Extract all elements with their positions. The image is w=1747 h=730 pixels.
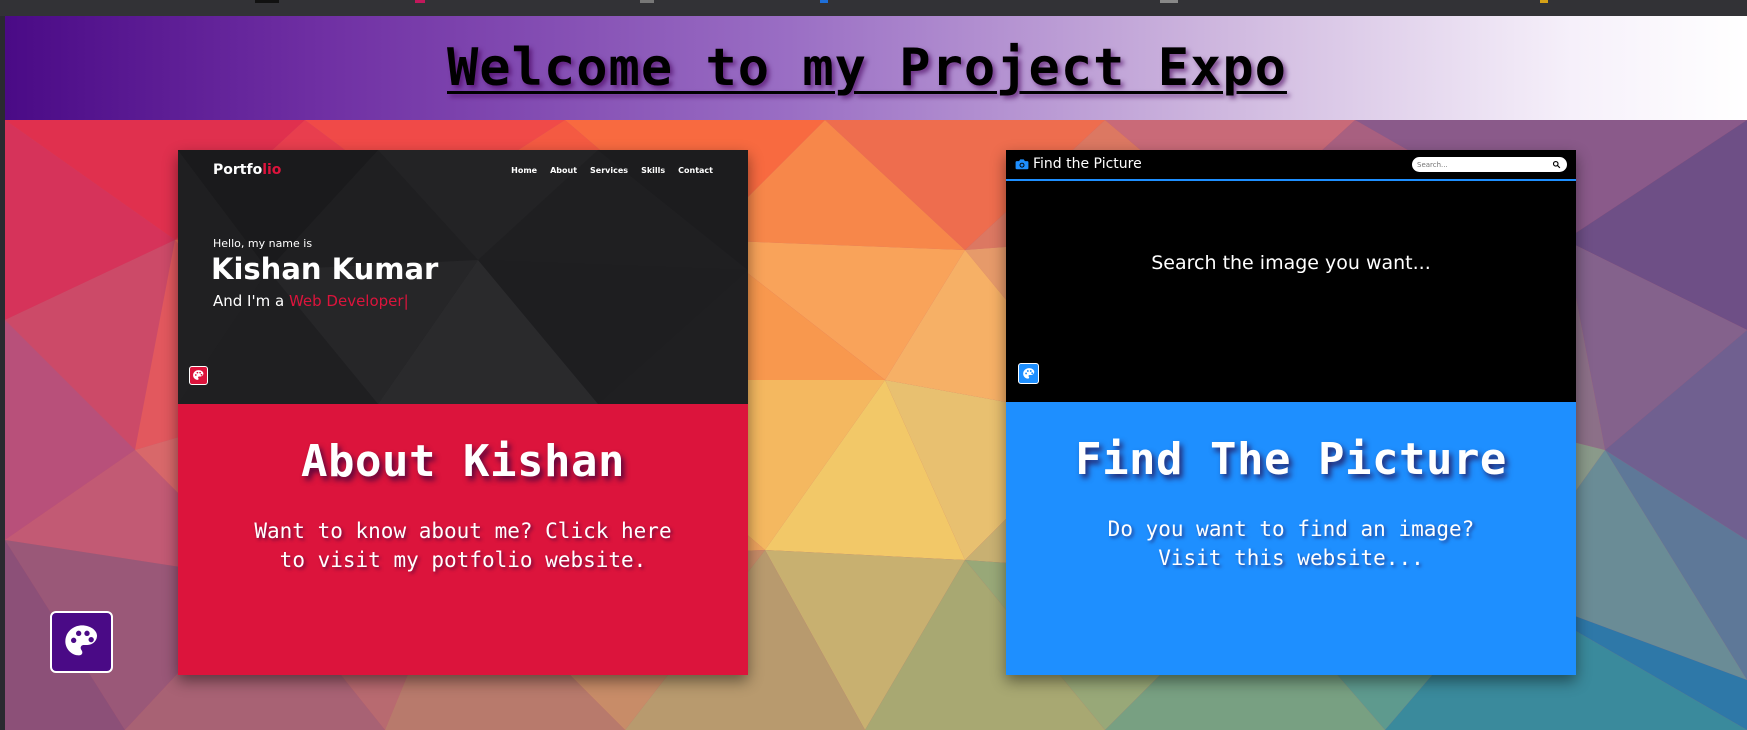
find-picture-preview[interactable]: Find the Picture Search the image you wa… (1006, 150, 1576, 404)
greeting-text: Hello, my name is (213, 237, 313, 250)
page-title: Welcome to my Project Expo (447, 38, 1287, 98)
project-card-find-the-picture[interactable]: Find the Picture Search the image you wa… (1006, 150, 1576, 675)
find-picture-brand[interactable]: Find the Picture (1015, 156, 1142, 172)
camera-icon (1015, 159, 1029, 170)
browser-top-strip (0, 0, 1747, 16)
theme-toggle-button[interactable] (189, 366, 208, 385)
card-info-about-kishan[interactable]: About Kishan Want to know about me? Clic… (178, 404, 748, 675)
portfolio-preview[interactable]: Portfolio Home About Services Skills Con… (178, 150, 748, 404)
nav-services[interactable]: Services (590, 166, 628, 175)
search-input[interactable] (1417, 158, 1552, 171)
nav-skills[interactable]: Skills (641, 166, 665, 175)
portfolio-nav: Home About Services Skills Contact (511, 166, 713, 175)
hero-name: Kishan Kumar (211, 252, 439, 286)
nav-home[interactable]: Home (511, 166, 537, 175)
palette-icon (1022, 367, 1034, 379)
palette-icon (64, 625, 97, 656)
nav-contact[interactable]: Contact (678, 166, 713, 175)
search-tagline: Search the image you want... (1151, 252, 1431, 274)
card-info-find-the-picture[interactable]: Find The Picture Do you want to find an … (1006, 402, 1576, 675)
card-title: About Kishan (301, 436, 625, 487)
card-title: Find The Picture (1075, 434, 1507, 485)
card-description: Want to know about me? Click here to vis… (254, 519, 672, 572)
hero-role: And I'm a Web Developer| (213, 292, 409, 310)
nav-about[interactable]: About (550, 166, 577, 175)
search-icon[interactable] (1552, 160, 1561, 169)
card-description: Do you want to find an image? Visit this… (1107, 517, 1475, 570)
palette-icon (193, 370, 204, 380)
header-banner: Welcome to my Project Expo (5, 16, 1747, 120)
theme-toggle-button[interactable] (1018, 363, 1039, 384)
portfolio-logo[interactable]: Portfolio (213, 162, 281, 178)
find-picture-navbar: Find the Picture (1006, 150, 1576, 181)
theme-palette-button[interactable] (50, 611, 113, 673)
search-box (1412, 157, 1567, 172)
project-card-about-kishan[interactable]: Portfolio Home About Services Skills Con… (178, 150, 748, 675)
